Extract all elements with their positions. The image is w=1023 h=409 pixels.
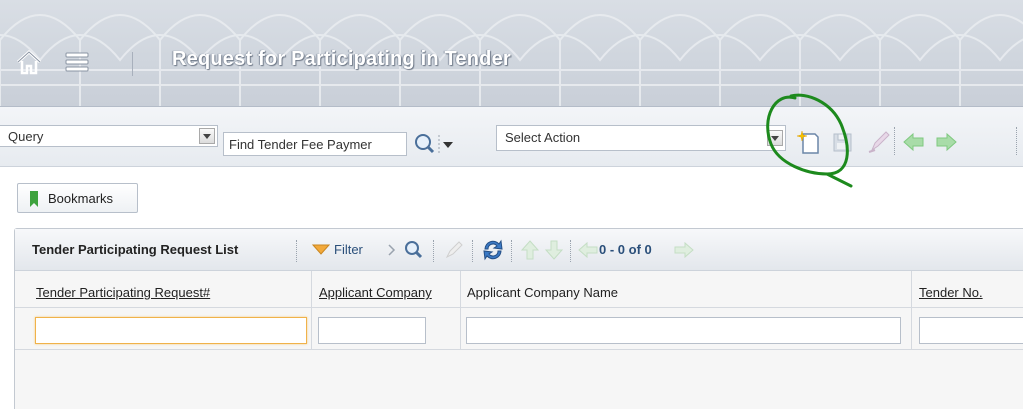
toolbar-divider [894, 127, 895, 155]
chevron-down-icon[interactable] [199, 128, 215, 144]
list-panel: Tender Participating Request List Filter [14, 228, 1023, 409]
header-divider [433, 240, 434, 262]
toolbar: Query Select Action [0, 107, 1023, 167]
column-divider [460, 271, 461, 349]
header-background-pattern [0, 14, 1023, 106]
find-input[interactable] [223, 132, 407, 156]
filter-icon [311, 244, 331, 255]
header-divider [132, 52, 133, 76]
menu-icon[interactable] [63, 50, 91, 74]
page-title: Request for Participating in Tender [172, 48, 511, 70]
edit-icon[interactable] [866, 129, 892, 155]
pagination-range: 0 - 0 of 0 [599, 242, 652, 257]
query-select-value: Query [8, 129, 44, 144]
applicant-company-name-filter-input[interactable] [466, 317, 901, 344]
filter-label: Filter [334, 242, 363, 257]
search-icon[interactable] [412, 132, 458, 156]
app-header: Request for Participating in Tender [0, 0, 1023, 107]
action-select-value: Select Action [505, 130, 581, 145]
next-page-icon[interactable] [673, 240, 695, 260]
tender-no-filter-input[interactable] [919, 317, 1023, 344]
header-divider [511, 240, 512, 262]
bookmark-icon [30, 191, 38, 207]
arrow-down-icon[interactable] [544, 239, 564, 261]
list-panel-header: Tender Participating Request List Filter [15, 229, 1023, 271]
home-icon[interactable] [14, 47, 44, 77]
header-divider [472, 240, 473, 262]
column-header-applicant-company-name: Applicant Company Name [467, 285, 619, 300]
save-icon[interactable] [829, 129, 855, 155]
row-divider [15, 349, 1023, 350]
previous-page-icon[interactable] [577, 240, 599, 260]
forward-arrow-icon[interactable] [933, 129, 959, 155]
new-record-icon[interactable] [795, 129, 821, 155]
arrow-up-icon[interactable] [520, 239, 540, 261]
column-divider [911, 271, 912, 349]
row-divider [15, 307, 1023, 308]
chevron-down-icon[interactable] [767, 130, 783, 146]
bookmarks-label: Bookmarks [48, 191, 114, 206]
query-select[interactable]: Query [0, 125, 218, 147]
toolbar-divider [1016, 127, 1017, 155]
header-divider [296, 240, 297, 262]
list-title: Tender Participating Request List [32, 242, 239, 257]
back-arrow-icon[interactable] [901, 129, 927, 155]
header-divider [570, 240, 571, 262]
request-number-filter-input[interactable] [35, 317, 307, 344]
applicant-company-filter-input[interactable] [318, 317, 426, 344]
chevron-right-icon[interactable] [387, 243, 397, 257]
column-header-tender-no[interactable]: Tender No. [919, 285, 983, 300]
refresh-icon[interactable] [480, 237, 506, 263]
search-icon[interactable] [402, 238, 426, 262]
column-header-request-number[interactable]: Tender Participating Request# [36, 285, 210, 300]
action-select[interactable]: Select Action [496, 125, 786, 151]
column-header-applicant-company[interactable]: Applicant Company [319, 285, 432, 300]
bookmarks-button[interactable]: Bookmarks [17, 183, 138, 213]
edit-icon[interactable] [442, 238, 466, 262]
column-divider [311, 271, 312, 349]
